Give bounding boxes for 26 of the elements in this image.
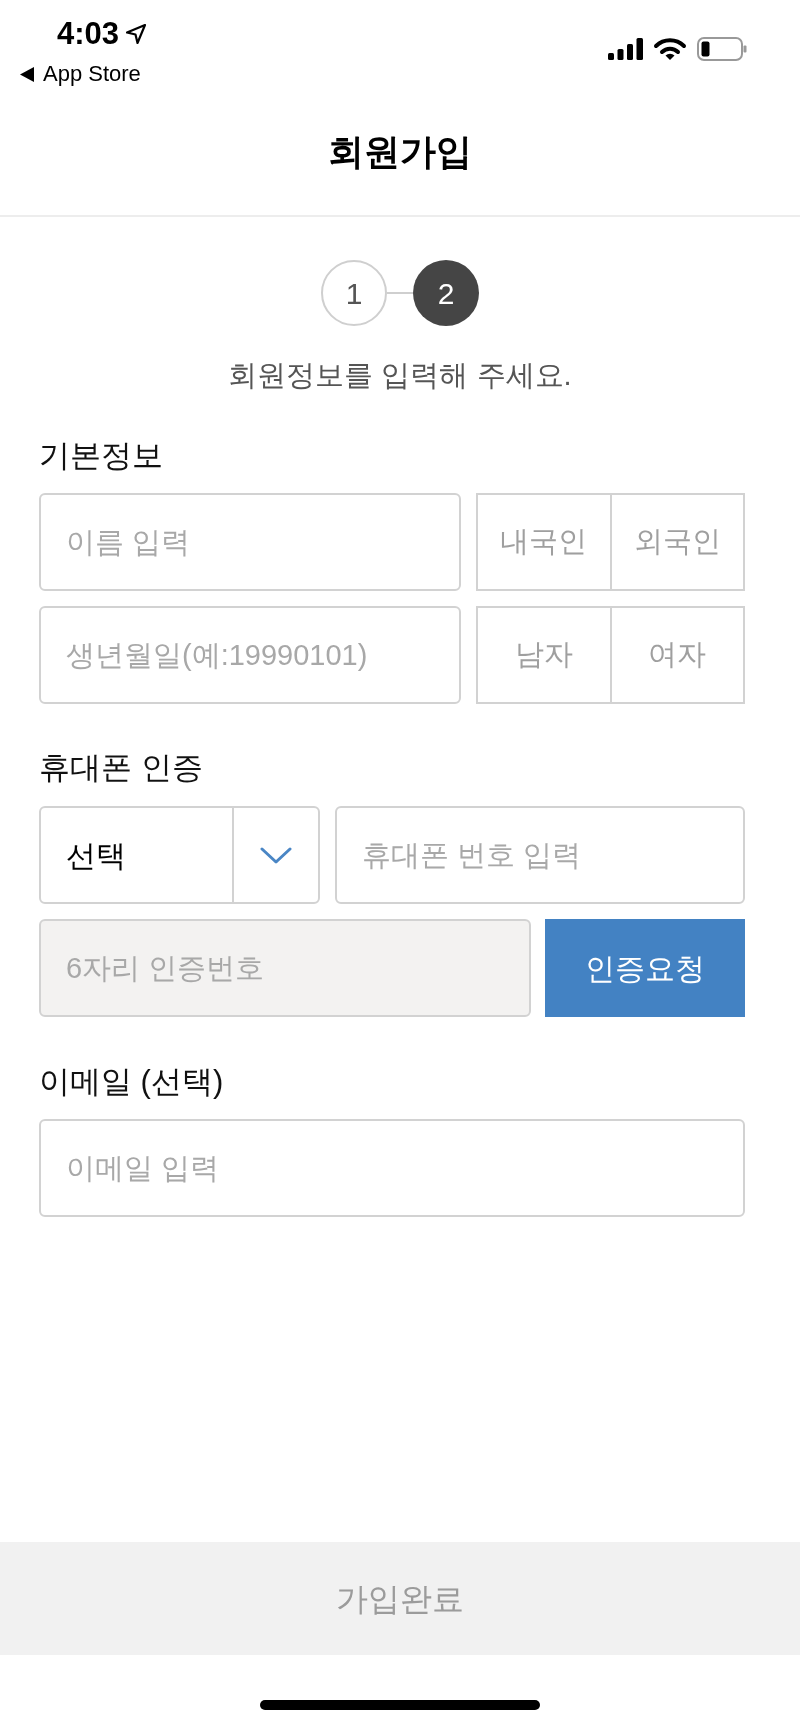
section-heading: 이메일 (선택): [39, 1063, 225, 1101]
wifi-icon: [653, 37, 687, 61]
battery-icon: [697, 37, 747, 61]
phone-number-input[interactable]: 휴대폰 번호 입력: [335, 806, 745, 904]
nationality-option[interactable]: 내국인: [476, 493, 612, 591]
gender-option[interactable]: 남자: [476, 606, 612, 704]
chevron-down-icon: [260, 846, 292, 864]
nationality-option[interactable]: 외국인: [611, 493, 745, 591]
step-connector-line: [387, 292, 413, 294]
gender-option[interactable]: 여자: [611, 606, 745, 704]
page-title: 회원가입: [328, 129, 472, 174]
carrier-select[interactable]: 선택: [39, 806, 320, 904]
back-triangle-icon: [20, 66, 34, 82]
birthdate-input[interactable]: 생년월일(예:19990101): [39, 606, 461, 704]
status-time: 4:03: [57, 17, 120, 51]
request-verification-button[interactable]: 인증요청: [545, 919, 745, 1017]
step-indicator: 1: [321, 260, 387, 326]
section-heading: 휴대폰 인증: [39, 749, 204, 787]
step-indicator: 2: [413, 260, 479, 326]
cellular-signal-icon: [608, 38, 643, 60]
email-input[interactable]: 이메일 입력: [39, 1119, 745, 1217]
name-input[interactable]: 이름 입력: [39, 493, 461, 591]
back-link[interactable]: App Store: [20, 61, 141, 87]
location-arrow-icon: [126, 24, 147, 44]
section-heading: 기본정보: [39, 437, 164, 475]
step-caption: 회원정보를 입력해 주세요.: [228, 358, 572, 393]
